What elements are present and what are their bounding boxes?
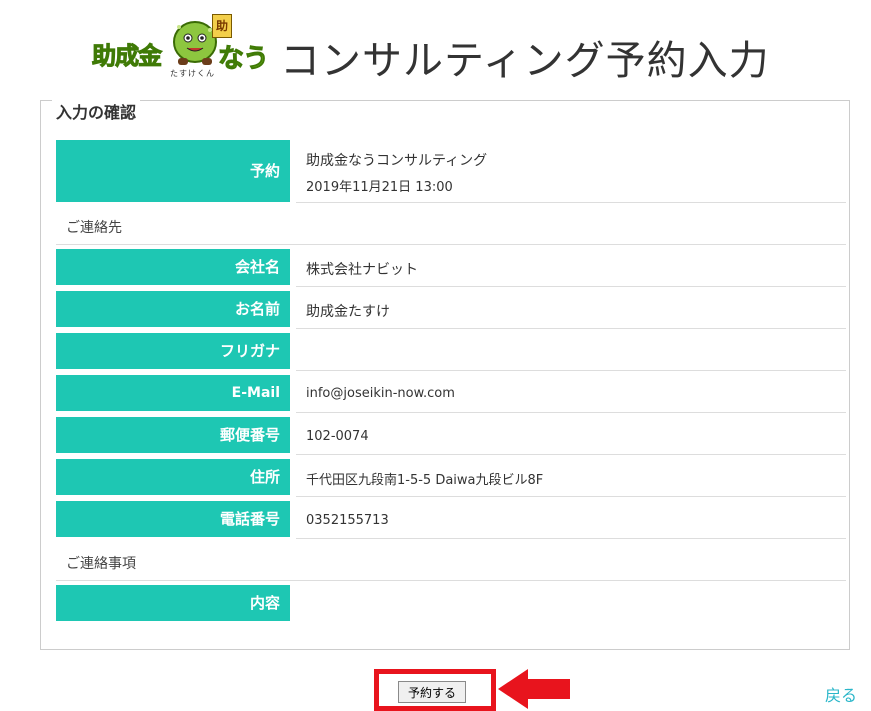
content-label: 内容 xyxy=(56,585,290,621)
field-value: 千代田区九段南1-5-5 Daiwa九段ビル8F xyxy=(306,473,544,488)
field-value: 0352155713 xyxy=(306,513,389,528)
contact-section-row: ご連絡先 xyxy=(56,203,846,245)
reservation-label: 予約 xyxy=(56,140,290,202)
reserve-submit-button[interactable]: 予約する xyxy=(398,681,466,703)
row-divider xyxy=(296,412,846,413)
field-label: 郵便番号 xyxy=(56,417,290,453)
left-arrow-icon xyxy=(498,669,570,709)
reservation-datetime: 2019年11月21日 13:00 xyxy=(306,180,453,195)
field-value: 助成金たすけ xyxy=(306,304,390,320)
field-row-company: 会社名 株式会社ナビット xyxy=(56,249,846,287)
row-divider xyxy=(296,286,846,287)
notes-section-row: ご連絡事項 xyxy=(56,539,846,581)
field-label: 会社名 xyxy=(56,249,290,285)
field-row-address: 住所 千代田区九段南1-5-5 Daiwa九段ビル8F xyxy=(56,459,846,497)
confirm-legend: 入力の確認 xyxy=(52,99,141,123)
logo-text-right: なう xyxy=(217,44,269,75)
field-row-phone: 電話番号 0352155713 xyxy=(56,501,846,539)
field-row-postal: 郵便番号 102-0074 xyxy=(56,417,846,455)
reservation-row: 予約 助成金なうコンサルティング 2019年11月21日 13:00 xyxy=(56,140,846,203)
back-link[interactable]: 戻る xyxy=(825,682,857,706)
field-value: 102-0074 xyxy=(306,429,369,444)
josei-now-logo[interactable]: 助成金 助 たすけくん なう xyxy=(92,14,274,80)
row-divider xyxy=(296,496,846,497)
logo-subtitle: たすけくん xyxy=(170,69,215,78)
field-row-furigana: フリガナ xyxy=(56,333,846,371)
page-header: 助成金 助 たすけくん なう コンサルティング予約入力 xyxy=(0,0,871,100)
field-value: 株式会社ナビット xyxy=(306,262,418,278)
field-label: フリガナ xyxy=(56,333,290,369)
row-divider xyxy=(296,370,846,371)
field-label: お名前 xyxy=(56,291,290,327)
field-row-email: E-Mail info@joseikin-now.com xyxy=(56,375,846,413)
field-label: 電話番号 xyxy=(56,501,290,537)
row-divider xyxy=(56,580,846,581)
field-row-name: お名前 助成金たすけ xyxy=(56,291,846,329)
contact-section-label: ご連絡先 xyxy=(66,220,122,236)
content-row: 内容 xyxy=(56,585,846,621)
page-title: コンサルティング予約入力 xyxy=(280,38,770,84)
logo-text-left: 助成金 xyxy=(92,42,163,71)
field-label: E-Mail xyxy=(56,375,290,411)
logo-badge: 助 xyxy=(212,14,232,38)
field-value: info@joseikin-now.com xyxy=(306,386,455,401)
row-divider xyxy=(56,244,846,245)
field-label: 住所 xyxy=(56,459,290,495)
notes-section-label: ご連絡事項 xyxy=(66,556,136,572)
row-divider xyxy=(296,328,846,329)
reservation-plan: 助成金なうコンサルティング xyxy=(306,153,488,169)
row-divider xyxy=(296,454,846,455)
